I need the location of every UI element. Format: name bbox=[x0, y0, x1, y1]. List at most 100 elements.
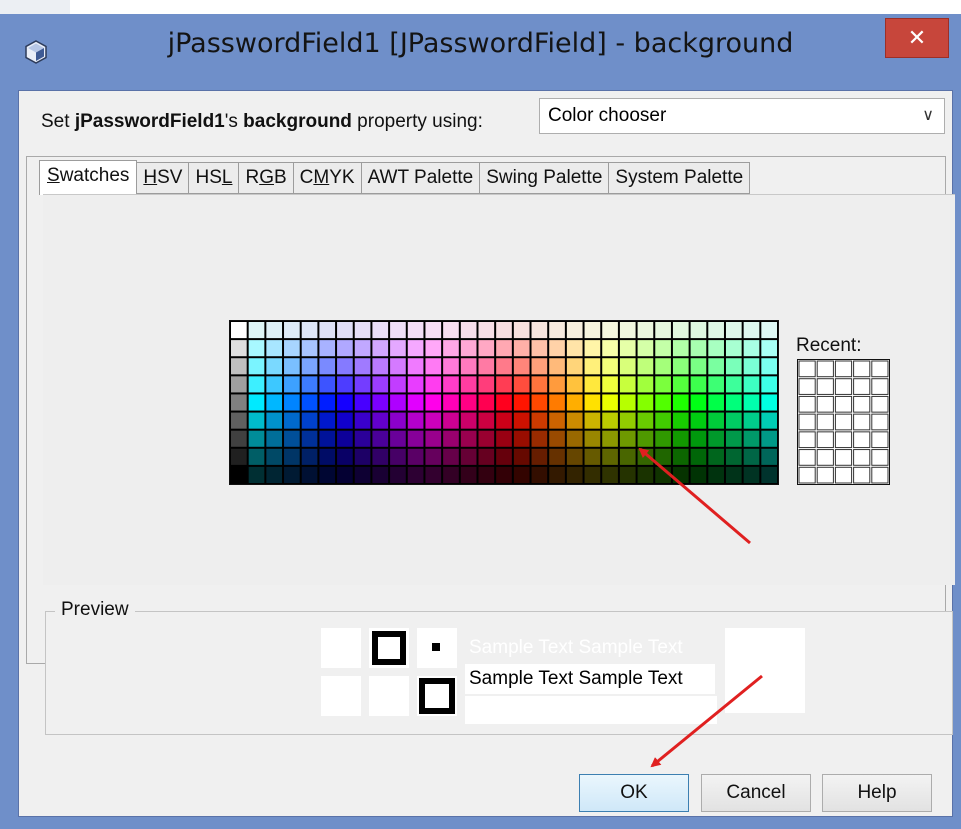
swatch-cell[interactable] bbox=[584, 466, 601, 483]
swatch-cell[interactable] bbox=[443, 430, 459, 447]
swatch-cell[interactable] bbox=[761, 376, 777, 393]
swatch-cell[interactable] bbox=[708, 394, 724, 411]
swatch-cell[interactable] bbox=[725, 322, 742, 339]
swatch-cell[interactable] bbox=[478, 430, 495, 447]
swatch-cell[interactable] bbox=[443, 340, 459, 357]
swatch-cell[interactable] bbox=[248, 376, 265, 393]
swatch-cell[interactable] bbox=[284, 448, 300, 465]
recent-swatch-cell[interactable] bbox=[834, 466, 853, 484]
swatch-cell[interactable] bbox=[743, 466, 760, 483]
swatch-cell[interactable] bbox=[390, 448, 406, 465]
swatch-cell[interactable] bbox=[637, 358, 654, 375]
swatch-cell[interactable] bbox=[266, 430, 283, 447]
swatch-cell[interactable] bbox=[549, 340, 565, 357]
swatch-cell[interactable] bbox=[354, 466, 371, 483]
swatch-cell[interactable] bbox=[690, 412, 707, 429]
swatch-cell[interactable] bbox=[443, 394, 459, 411]
recent-swatch-cell[interactable] bbox=[816, 449, 834, 466]
swatch-cell[interactable] bbox=[337, 322, 353, 339]
swatch-cell[interactable] bbox=[655, 430, 671, 447]
swatch-cell[interactable] bbox=[531, 412, 548, 429]
swatch-cell[interactable] bbox=[248, 412, 265, 429]
swatch-cell[interactable] bbox=[637, 412, 654, 429]
swatch-cell[interactable] bbox=[655, 340, 671, 357]
recent-swatch-cell[interactable] bbox=[871, 395, 889, 413]
swatch-cell[interactable] bbox=[266, 448, 283, 465]
swatch-cell[interactable] bbox=[566, 358, 583, 375]
recent-swatch-cell[interactable] bbox=[834, 395, 853, 413]
recent-swatch-cell[interactable] bbox=[816, 360, 834, 378]
swatch-cell[interactable] bbox=[743, 448, 760, 465]
swatch-cell[interactable] bbox=[425, 322, 442, 339]
chevron-down-icon[interactable]: ∨ bbox=[922, 99, 934, 133]
swatch-cell[interactable] bbox=[301, 448, 318, 465]
swatch-cell[interactable] bbox=[372, 376, 389, 393]
tab-swing-palette[interactable]: Swing Palette bbox=[480, 162, 610, 194]
recent-swatch-cell[interactable] bbox=[871, 378, 889, 395]
swatch-cell[interactable] bbox=[425, 466, 442, 483]
swatch-cell[interactable] bbox=[549, 322, 565, 339]
swatch-cell[interactable] bbox=[248, 322, 265, 339]
swatch-cell[interactable] bbox=[407, 430, 424, 447]
swatch-cell[interactable] bbox=[637, 394, 654, 411]
swatch-cell[interactable] bbox=[248, 448, 265, 465]
tab-cmyk[interactable]: CMYK bbox=[293, 162, 362, 194]
swatch-cell[interactable] bbox=[460, 376, 477, 393]
swatch-cell[interactable] bbox=[690, 448, 707, 465]
swatch-cell[interactable] bbox=[231, 430, 247, 447]
swatch-cell[interactable] bbox=[602, 376, 618, 393]
recent-swatch-cell[interactable] bbox=[798, 413, 816, 431]
swatch-cell[interactable] bbox=[690, 430, 707, 447]
swatch-cell[interactable] bbox=[407, 376, 424, 393]
swatch-cell[interactable] bbox=[725, 340, 742, 357]
swatch-cell[interactable] bbox=[319, 376, 336, 393]
swatch-cell[interactable] bbox=[301, 376, 318, 393]
swatch-cell[interactable] bbox=[284, 412, 300, 429]
swatch-cell[interactable] bbox=[584, 448, 601, 465]
swatch-cell[interactable] bbox=[743, 340, 760, 357]
swatch-cell[interactable] bbox=[690, 358, 707, 375]
swatch-cell[interactable] bbox=[407, 448, 424, 465]
recent-swatch-cell[interactable] bbox=[853, 449, 871, 466]
swatch-cell[interactable] bbox=[284, 376, 300, 393]
swatch-cell[interactable] bbox=[460, 322, 477, 339]
recent-swatch-cell[interactable] bbox=[816, 413, 834, 431]
swatch-cell[interactable] bbox=[708, 358, 724, 375]
swatch-cell[interactable] bbox=[443, 376, 459, 393]
swatch-cell[interactable] bbox=[708, 448, 724, 465]
swatch-cell[interactable] bbox=[496, 358, 512, 375]
swatch-cell[interactable] bbox=[725, 376, 742, 393]
swatch-cell[interactable] bbox=[584, 412, 601, 429]
swatch-cell[interactable] bbox=[743, 376, 760, 393]
swatch-cell[interactable] bbox=[761, 412, 777, 429]
swatch-cell[interactable] bbox=[460, 358, 477, 375]
swatch-cell[interactable] bbox=[672, 430, 689, 447]
swatch-cell[interactable] bbox=[637, 340, 654, 357]
recent-swatch-cell[interactable] bbox=[853, 466, 871, 484]
recent-swatch-cell[interactable] bbox=[853, 413, 871, 431]
swatch-cell[interactable] bbox=[496, 448, 512, 465]
recent-swatch-cell[interactable] bbox=[853, 378, 871, 395]
tab-swatches[interactable]: Swatches bbox=[39, 160, 138, 195]
swatch-cell[interactable] bbox=[231, 322, 247, 339]
swatch-cell[interactable] bbox=[460, 412, 477, 429]
swatch-cell[interactable] bbox=[513, 394, 530, 411]
recent-swatch-cell[interactable] bbox=[853, 360, 871, 378]
swatch-cell[interactable] bbox=[619, 448, 636, 465]
swatch-cell[interactable] bbox=[266, 340, 283, 357]
swatch-cell[interactable] bbox=[337, 466, 353, 483]
swatch-cell[interactable] bbox=[319, 412, 336, 429]
swatch-cell[interactable] bbox=[425, 358, 442, 375]
swatch-cell[interactable] bbox=[266, 466, 283, 483]
swatch-cell[interactable] bbox=[549, 358, 565, 375]
swatch-cell[interactable] bbox=[531, 322, 548, 339]
swatch-cell[interactable] bbox=[602, 466, 618, 483]
swatch-cell[interactable] bbox=[513, 466, 530, 483]
swatch-cell[interactable] bbox=[619, 412, 636, 429]
swatch-cell[interactable] bbox=[690, 394, 707, 411]
swatch-cell[interactable] bbox=[566, 430, 583, 447]
swatch-cell[interactable] bbox=[284, 322, 300, 339]
swatch-cell[interactable] bbox=[248, 340, 265, 357]
swatch-cell[interactable] bbox=[531, 448, 548, 465]
swatch-cell[interactable] bbox=[672, 340, 689, 357]
